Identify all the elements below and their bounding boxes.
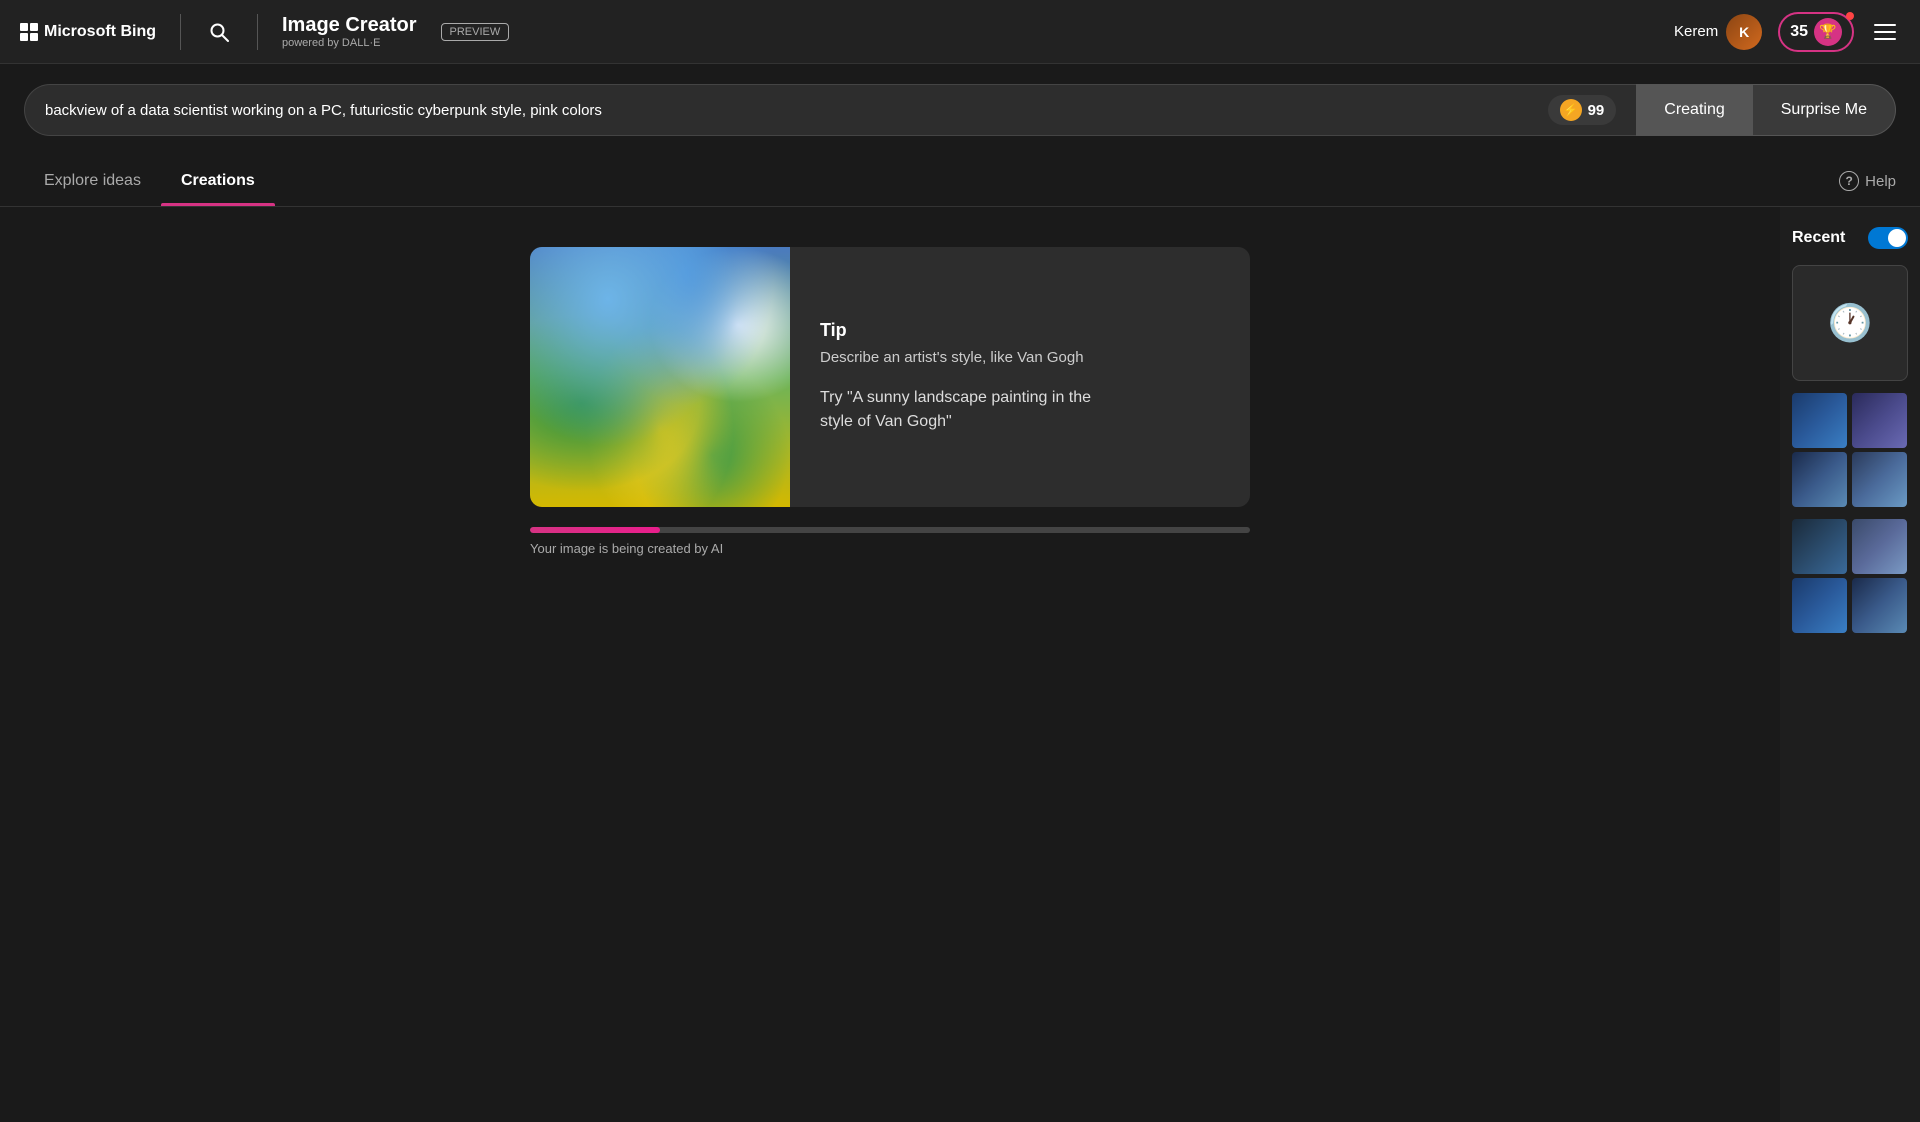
thumbnail-grid-2	[1792, 519, 1908, 633]
coin-icon: ⚡	[1560, 99, 1582, 121]
thumbnail-8[interactable]	[1852, 578, 1907, 633]
progress-section: Your image is being created by AI	[530, 527, 1250, 556]
toggle-knob	[1888, 229, 1906, 247]
user-info[interactable]: Kerem K	[1674, 14, 1762, 50]
app-subtitle: powered by DALL·E	[282, 37, 417, 50]
app-title: Image Creator	[282, 13, 417, 37]
tip-card: Tip Describe an artist's style, like Van…	[530, 247, 1250, 507]
tip-example: Try "A sunny landscape painting in thest…	[820, 386, 1091, 434]
tabs-section: Explore ideas Creations ? Help	[0, 156, 1920, 207]
main-content: Tip Describe an artist's style, like Van…	[0, 207, 1920, 1122]
thumbnail-6[interactable]	[1852, 519, 1907, 574]
bing-logo-text: Microsoft Bing	[44, 23, 156, 41]
header-divider	[180, 14, 181, 50]
search-icon	[209, 22, 229, 42]
reward-icon: 🏆	[1814, 18, 1842, 46]
search-input[interactable]	[45, 102, 1538, 119]
tip-label: Tip	[820, 320, 1091, 341]
app-title-group: Image Creator powered by DALL·E	[282, 13, 417, 50]
center-content: Tip Describe an artist's style, like Van…	[0, 207, 1780, 1122]
help-circle-icon: ?	[1839, 171, 1859, 191]
avatar: K	[1726, 14, 1762, 50]
reward-count: 35	[1790, 23, 1808, 41]
recent-placeholder: 🕐	[1792, 265, 1908, 381]
sidebar-recent-label: Recent	[1792, 227, 1908, 249]
clock-icon: 🕐	[1828, 302, 1873, 344]
progress-status: Your image is being created by AI	[530, 541, 1250, 556]
user-name: Kerem	[1674, 23, 1718, 40]
bing-logo-grid	[20, 23, 38, 41]
progress-bar-fill	[530, 527, 660, 533]
bing-logo[interactable]: Microsoft Bing	[20, 23, 156, 41]
preview-badge: PREVIEW	[441, 23, 510, 41]
sidebar: Recent 🕐	[1780, 207, 1920, 1122]
tip-description: Describe an artist's style, like Van Gog…	[820, 349, 1091, 366]
header-divider-2	[257, 14, 258, 50]
help-label: Help	[1865, 173, 1896, 190]
thumbnail-1[interactable]	[1792, 393, 1847, 448]
coin-count: 99	[1588, 102, 1605, 119]
thumbnail-2[interactable]	[1852, 393, 1907, 448]
search-bar: ⚡ 99	[24, 84, 1636, 136]
header: Microsoft Bing Image Creator powered by …	[0, 0, 1920, 64]
help-link[interactable]: ? Help	[1839, 171, 1896, 191]
search-section: ⚡ 99 Creating Surprise Me	[0, 64, 1920, 156]
reward-dot	[1846, 12, 1854, 20]
tip-image-inner	[530, 247, 790, 507]
tab-explore[interactable]: Explore ideas	[24, 156, 161, 206]
menu-button[interactable]	[1870, 20, 1900, 44]
recent-toggle[interactable]	[1868, 227, 1908, 249]
search-button[interactable]	[205, 18, 233, 46]
thumbnail-7[interactable]	[1792, 578, 1847, 633]
header-right: Kerem K 35 🏆	[1674, 12, 1900, 52]
tip-text-section: Tip Describe an artist's style, like Van…	[790, 247, 1121, 507]
tab-creations[interactable]: Creations	[161, 156, 275, 206]
thumbnail-4[interactable]	[1852, 452, 1907, 507]
creating-button[interactable]: Creating	[1636, 84, 1752, 136]
progress-bar-track	[530, 527, 1250, 533]
tip-image	[530, 247, 790, 507]
reward-badge[interactable]: 35 🏆	[1778, 12, 1854, 52]
surprise-me-button[interactable]: Surprise Me	[1753, 84, 1896, 136]
thumbnail-3[interactable]	[1792, 452, 1847, 507]
thumbnail-grid-1	[1792, 393, 1908, 507]
coin-badge: ⚡ 99	[1548, 95, 1617, 125]
thumbnail-5[interactable]	[1792, 519, 1847, 574]
